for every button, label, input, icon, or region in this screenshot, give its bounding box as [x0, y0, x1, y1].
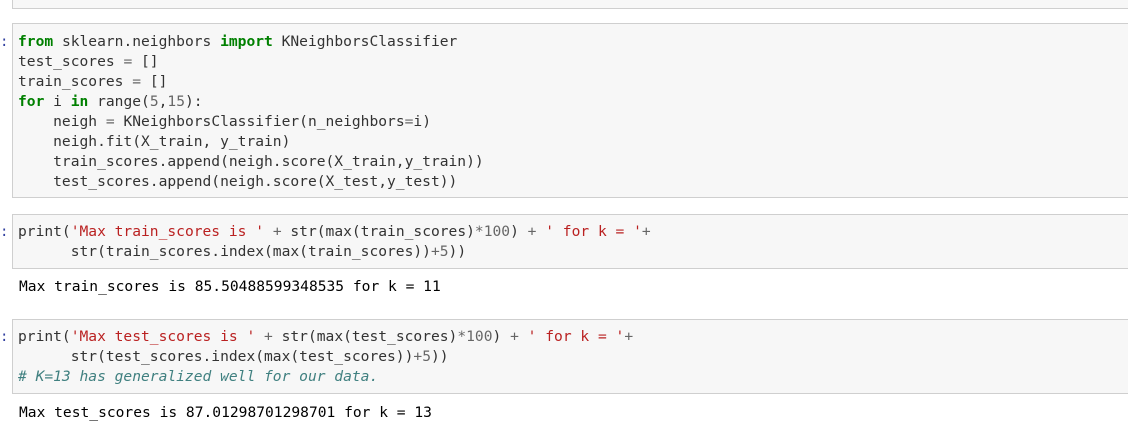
- cell-prompt: :: [0, 34, 9, 50]
- cell-prompt: :: [0, 329, 9, 345]
- code-line: str(train_scores.index(max(train_scores)…: [18, 243, 467, 260]
- code-line: neigh.fit(X_train, y_train): [18, 133, 291, 150]
- code-line: str(test_scores.index(max(test_scores))+…: [18, 348, 449, 365]
- code-line: test_scores.append(neigh.score(X_test,y_…: [18, 173, 458, 190]
- code-line: print('Max test_scores is ' + str(max(te…: [18, 328, 634, 345]
- code-cell-max-train[interactable]: print('Max train_scores is ' + str(max(t…: [12, 214, 1128, 269]
- previous-code-cell[interactable]: [12, 0, 1128, 9]
- code-line: print('Max train_scores is ' + str(max(t…: [18, 223, 651, 240]
- cell-output: Max train_scores is 85.50488599348535 fo…: [19, 278, 441, 295]
- code-comment: # K=13 has generalized well for our data…: [18, 368, 379, 385]
- code-cell-knn-loop[interactable]: from sklearn.neighbors import KNeighbors…: [12, 23, 1128, 198]
- code-line: from sklearn.neighbors import KNeighbors…: [18, 33, 458, 50]
- cell-output: Max test_scores is 87.01298701298701 for…: [19, 404, 432, 421]
- code-block: print('Max test_scores is ' + str(max(te…: [13, 327, 1128, 387]
- code-line: neigh = KNeighborsClassifier(n_neighbors…: [18, 113, 431, 130]
- code-block: from sklearn.neighbors import KNeighbors…: [13, 32, 1128, 192]
- cell-prompt: :: [0, 224, 9, 240]
- code-line: train_scores.append(neigh.score(X_train,…: [18, 153, 484, 170]
- code-line: for i in range(5,15):: [18, 93, 203, 110]
- code-line: test_scores = []: [18, 53, 159, 70]
- code-line: train_scores = []: [18, 73, 168, 90]
- code-cell-max-test[interactable]: print('Max test_scores is ' + str(max(te…: [12, 319, 1128, 394]
- code-block: print('Max train_scores is ' + str(max(t…: [13, 222, 1128, 262]
